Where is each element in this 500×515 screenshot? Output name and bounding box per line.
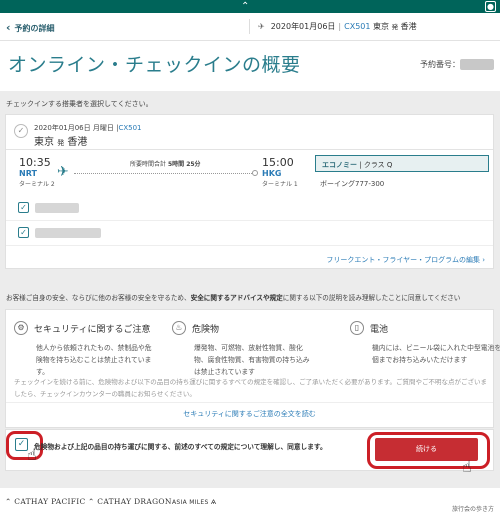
passenger-name-redacted	[35, 203, 79, 213]
flight-from: 東京	[373, 22, 390, 31]
hand-pointer-icon: ☝	[462, 457, 472, 476]
flight-to: 香港	[400, 22, 417, 31]
flight-duration: 所要時間合計 5時間 25分	[130, 159, 201, 168]
asia-miles-icon: Ѧ	[210, 499, 217, 506]
departure-terminal: ターミナル 2	[19, 181, 55, 188]
flight-number: CX501	[344, 22, 371, 31]
arrival-terminal: ターミナル 1	[262, 181, 298, 188]
route: 東京 発 香港	[34, 133, 87, 148]
asia-miles-logo[interactable]: ASIA MILES Ѧ	[172, 499, 216, 506]
flight-number-link[interactable]: CX501	[118, 124, 141, 132]
flame-icon: ♨	[172, 321, 186, 335]
passenger-row[interactable]: ✓	[18, 200, 488, 218]
date-text: 2020年01月06日 月曜日 |	[34, 124, 119, 132]
booking-ref-label: 予約番号：	[420, 60, 460, 69]
flight-summary: ✈ 2020年01月06日 | CX501 東京 発 香港	[258, 22, 417, 31]
intro-text: お客様ご自身の安全、ならびに他のお客様の安全を守るため、	[6, 294, 191, 302]
booking-ref-redacted	[460, 59, 494, 70]
departure-time: 10:35	[19, 156, 51, 169]
section-desc: 爆発物、可燃物、放射性物質、酸化物、腐食性物質、有害物質の持ち込みは禁止されてい…	[194, 344, 310, 376]
passenger-checkbox[interactable]: ✓	[18, 202, 29, 213]
sub-navigation: ‹ 予約の詳細 ✈ 2020年01月06日 | CX501 東京 発 香港	[0, 13, 500, 41]
divider	[6, 402, 493, 403]
battery-icon: ▯	[350, 321, 364, 335]
airplane-icon: ✈	[258, 22, 265, 31]
section-title: 危険物	[192, 325, 220, 335]
passenger-checkbox[interactable]: ✓	[18, 227, 29, 238]
duration-value: 5時間 25分	[167, 161, 201, 168]
brushwing-icon: ⌃	[88, 497, 95, 506]
section-title: 電池	[370, 325, 389, 335]
flight-date-line: 2020年01月06日 月曜日 |CX501	[34, 123, 141, 133]
divider	[6, 245, 493, 246]
security-shield-icon: ⚙	[14, 321, 28, 335]
top-bar: ⌃ ●	[0, 0, 500, 13]
brand-name: CATHAY PACIFIC	[14, 497, 86, 506]
cabin-name: エコノミー	[322, 161, 357, 169]
footer: ⌃ CATHAY PACIFIC ⌃ CATHAY DRAGON ASIA MI…	[0, 488, 500, 515]
passenger-name-redacted	[35, 228, 101, 238]
footer-right-text: 旅行会の歩き方	[451, 506, 494, 513]
section-desc: 他人から依頼されたもの、禁制品や危険物を持ち込むことは禁止されています。	[36, 344, 152, 376]
arrival-airport: HKG	[262, 169, 282, 178]
ffp-link-label: フリークエント・フライヤー・プログラムの編集	[326, 256, 480, 264]
cathay-dragon-logo[interactable]: ⌃ CATHAY DRAGON	[88, 497, 172, 506]
track-end-dot	[252, 170, 258, 176]
back-link[interactable]: ‹ 予約の詳細	[6, 21, 55, 34]
duration-label: 所要時間合計	[130, 161, 167, 168]
warning-text: チェックインを続ける前に、危険物および以下の品目の持ち運びに関するすべての規定を…	[14, 378, 487, 398]
hand-pointer-icon: ☝	[27, 445, 37, 464]
brand-name: ASIA MILES	[172, 499, 209, 506]
route-mid: 発	[57, 139, 65, 147]
airplane-icon: ✈	[57, 164, 69, 180]
booking-reference: 予約番号：	[420, 59, 494, 70]
agree-text: 危険物および上記の品目の持ち運びに関する、前述のすべての規定について理解し、同意…	[34, 443, 327, 451]
checkmark-circle-icon: ✓	[14, 124, 28, 138]
ffp-edit-link[interactable]: フリークエント・フライヤー・プログラムの編集 ›	[326, 255, 485, 265]
intro-text-end: に関する以下の説明を読み理解したことに同意してください	[282, 294, 461, 302]
flight-card: ✓ 2020年01月06日 月曜日 |CX501 東京 発 香港 10:35 N…	[5, 114, 494, 269]
page-title: オンライン・チェックインの概要	[8, 54, 301, 76]
brand-name: CATHAY DRAGON	[97, 497, 172, 506]
route-from: 東京	[34, 137, 54, 148]
route-to: 香港	[67, 137, 88, 148]
read-all-link[interactable]: セキュリティに関するご注意の全文を読む	[6, 409, 493, 419]
chevron-right-icon: ›	[482, 256, 485, 264]
flight-via: 発	[391, 23, 399, 31]
cabin-class: | クラス Q	[359, 161, 393, 169]
intro-bold: 安全に関するアドバイスや規定	[190, 294, 283, 302]
user-icon[interactable]: ●	[485, 1, 496, 12]
agreement-bar: ✓ 危険物および上記の品目の持ち運びに関する、前述のすべての規定について理解し、…	[5, 429, 494, 476]
aircraft-type: ボーイング777-300	[320, 180, 385, 188]
title-bar: オンライン・チェックインの概要 予約番号：	[0, 41, 500, 91]
cathay-pacific-logo[interactable]: ⌃ CATHAY PACIFIC	[5, 497, 86, 506]
back-label: 予約の詳細	[14, 24, 55, 33]
cabin-class-badge: エコノミー | クラス Q	[315, 155, 489, 172]
arrival-time: 15:00	[262, 156, 294, 169]
passenger-select-label: チェックインする搭乗者を選択してください。	[6, 100, 153, 108]
divider	[249, 19, 250, 34]
cathay-brushwing-icon[interactable]: ⌃	[241, 1, 249, 12]
passenger-row[interactable]: ✓	[18, 225, 488, 243]
departure-airport: NRT	[19, 169, 37, 178]
safety-notice-box: ⚙ セキュリティに関するご注意 他人から依頼されたもの、禁制品や危険物を持ち込む…	[5, 309, 500, 428]
flight-date: 2020年01月06日	[270, 22, 336, 31]
safety-intro: お客様ご自身の安全、ならびに他のお客様の安全を守るため、安全に関するアドバイスや…	[6, 292, 498, 302]
section-title: セキュリティに関するご注意	[34, 325, 151, 335]
section-desc: 機内には、ビニール袋に入れた中型電池を2個までお持ち込みいただけます	[372, 344, 500, 364]
flight-track	[74, 173, 254, 174]
divider	[6, 149, 493, 150]
brushwing-icon: ⌃	[5, 497, 12, 506]
chevron-left-icon: ‹	[6, 21, 11, 34]
divider	[6, 220, 493, 221]
